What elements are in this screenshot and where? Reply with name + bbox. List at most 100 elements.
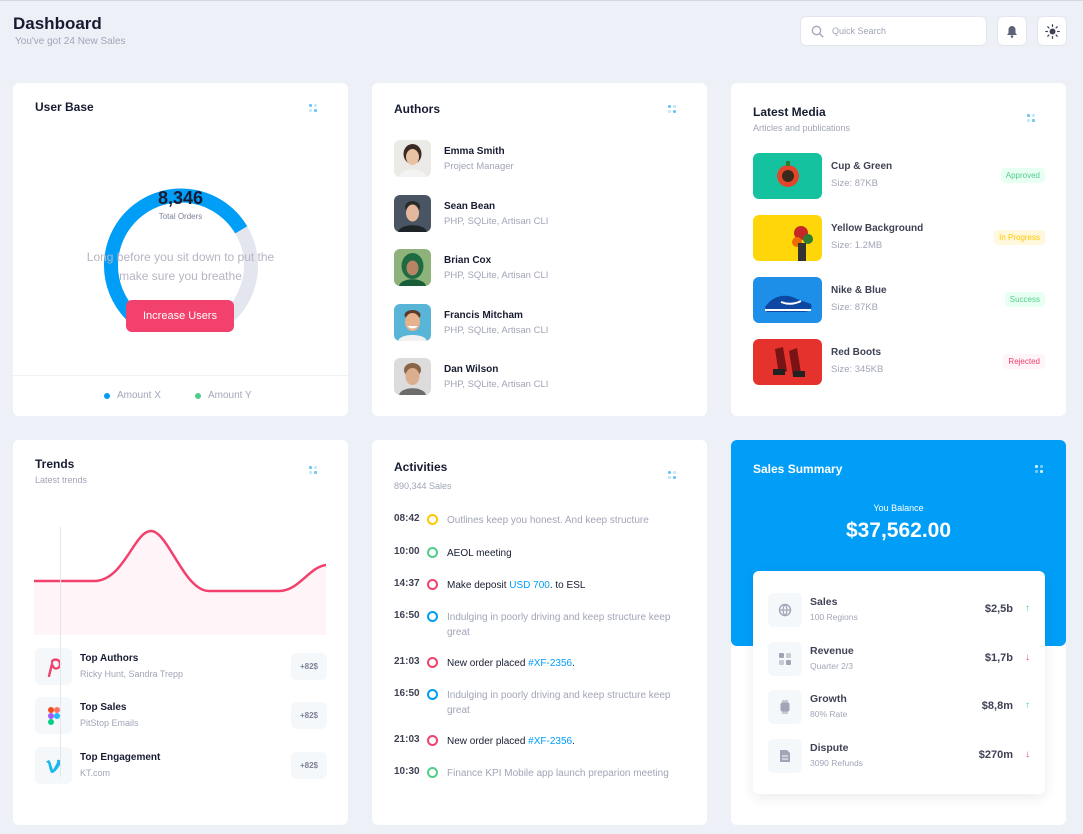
activity-text-main: AEOL meeting (447, 548, 512, 559)
user-base-card: User Base 8,346 Total Orders Long before… (13, 83, 348, 416)
brand-icon (35, 648, 72, 685)
activity-text: Outlines keep you honest. And keep struc… (447, 513, 692, 528)
activity-text: Indulging in poorly driving and keep str… (447, 610, 692, 640)
status-badge: Success (1004, 292, 1045, 307)
authors-card: Authors Emma Smith Project Manager Sean … (372, 83, 707, 416)
legend-dot (195, 392, 201, 399)
author-item[interactable]: Sean Bean PHP, SQLite, Artisan CLI (394, 195, 694, 233)
activity-text-main: Indulging in poorly driving and keep str… (447, 690, 671, 716)
summary-icon (768, 690, 802, 724)
document-icon (780, 750, 790, 762)
balance-value: $37,562.00 (845, 519, 952, 542)
summary-row[interactable]: Dispute 3090 Refunds $270m ↓ (768, 739, 1030, 775)
media-item[interactable]: Yellow Background Size: 1.2MB In Progres… (753, 215, 1053, 261)
increase-users-button[interactable]: Increase Users (126, 300, 234, 332)
menu-dots-icon[interactable] (309, 104, 318, 113)
arrow-up-icon: ↑ (1025, 603, 1030, 614)
search-input[interactable]: Quick Search (800, 16, 987, 46)
card-subtitle: Articles and publications (753, 123, 851, 133)
trend-name: Top Engagement (80, 752, 161, 763)
card-title: Latest Media (753, 105, 826, 119)
author-item[interactable]: Francis Mitcham PHP, SQLite, Artisan CLI (394, 304, 694, 342)
media-item[interactable]: Red Boots Size: 345KB Rejected (753, 339, 1053, 385)
media-thumbnail (753, 215, 822, 261)
author-role: PHP, SQLite, Artisan CLI (444, 216, 549, 227)
author-role: PHP, SQLite, Artisan CLI (444, 325, 549, 336)
activity-text-suffix: . to ESL (549, 580, 586, 591)
notifications-button[interactable] (997, 16, 1027, 46)
author-item[interactable]: Dan Wilson PHP, SQLite, Artisan CLI (394, 358, 694, 396)
menu-dots-icon[interactable] (1027, 114, 1036, 123)
media-thumbnail (753, 277, 822, 323)
top-border (0, 0, 1083, 1)
activity-text-main: New order placed (447, 736, 529, 747)
menu-dots-icon[interactable] (309, 466, 318, 475)
author-name: Francis Mitcham (444, 310, 523, 321)
activity-text: Make deposit USD 700. to ESL (447, 578, 692, 593)
activity-time: 21:03 (394, 656, 420, 667)
card-subtitle: Latest trends (35, 475, 88, 485)
timeline-marker-icon (427, 547, 438, 558)
activity-time: 16:50 (394, 610, 420, 621)
legend-label: Amount Y (208, 390, 252, 401)
activity-link[interactable]: #XF-2356 (528, 736, 572, 747)
trend-item[interactable]: Top Authors Ricky Hunt, Sandra Trepp +82… (35, 648, 327, 686)
avatar (394, 304, 431, 341)
summary-name: Sales (810, 596, 838, 608)
activity-link[interactable]: USD 700 (509, 580, 550, 591)
trends-card: Trends Latest trends Top Authors Ricky H… (13, 440, 348, 825)
search-icon (811, 25, 824, 38)
activity-text-main: New order placed (447, 658, 529, 669)
media-thumbnail (753, 339, 822, 385)
activity-text: New order placed #XF-2356. (447, 656, 692, 671)
arrow-up-icon: ↑ (1025, 700, 1030, 711)
menu-dots-icon[interactable] (668, 105, 677, 114)
author-name: Emma Smith (444, 146, 505, 157)
activity-list: 08:42 Outlines keep you honest. And keep … (372, 440, 707, 825)
activity-time: 10:00 (394, 546, 420, 557)
menu-dots-icon[interactable] (1035, 465, 1044, 474)
avatar (394, 358, 431, 395)
trend-value-badge: +82$ (291, 752, 327, 779)
summary-icon (768, 739, 802, 773)
author-item[interactable]: Emma Smith Project Manager (394, 140, 694, 178)
timeline-line (60, 527, 61, 777)
author-item[interactable]: Brian Cox PHP, SQLite, Artisan CLI (394, 249, 694, 287)
trend-area (34, 531, 326, 635)
trend-item[interactable]: Top Engagement KT.com +82$ (35, 747, 327, 785)
timeline-marker-icon (427, 689, 438, 700)
summary-row[interactable]: Growth 80% Rate $8,8m ↑ (768, 690, 1030, 726)
watch-icon (780, 700, 790, 714)
activity-link[interactable]: #XF-2356 (528, 658, 572, 669)
theme-toggle-button[interactable] (1037, 16, 1067, 46)
summary-sub: Quarter 2/3 (810, 661, 853, 671)
summary-row[interactable]: Revenue Quarter 2/3 $1,7b ↓ (768, 642, 1030, 678)
page-subtitle: You've got 24 New Sales (15, 36, 126, 47)
user-base-text: Long before you sit down to put the make… (13, 248, 348, 286)
activity-time: 14:37 (394, 578, 420, 589)
media-item[interactable]: Nike & Blue Size: 87KB Success (753, 277, 1053, 323)
gauge-value: 8,346 (157, 188, 204, 208)
trend-name: Top Authors (80, 653, 139, 664)
author-name: Brian Cox (444, 255, 492, 266)
summary-row[interactable]: Sales 100 Regions $2,5b ↑ (768, 593, 1030, 629)
arrow-down-icon: ↓ (1025, 749, 1030, 760)
arrow-down-icon: ↓ (1025, 652, 1030, 663)
sales-summary-list: Sales 100 Regions $2,5b ↑ Revenue Quarte… (753, 571, 1045, 794)
author-role: PHP, SQLite, Artisan CLI (444, 379, 549, 390)
activity-time: 16:50 (394, 688, 420, 699)
activity-time: 08:42 (394, 513, 420, 524)
timeline-marker-icon (427, 767, 438, 778)
page-title: Dashboard (13, 14, 102, 33)
author-name: Sean Bean (444, 201, 496, 212)
trend-sub: KT.com (80, 768, 111, 778)
author-name: Dan Wilson (444, 364, 499, 375)
timeline-marker-icon (427, 657, 438, 668)
avatar (394, 249, 431, 286)
summary-name: Growth (810, 693, 847, 705)
media-item[interactable]: Cup & Green Size: 87KB Approved (753, 153, 1053, 199)
trend-item[interactable]: Top Sales PitStop Emails +82$ (35, 697, 327, 735)
media-size: Size: 1.2MB (831, 240, 883, 251)
card-title: Sales Summary (753, 462, 843, 476)
status-badge: In Progress (994, 230, 1045, 245)
